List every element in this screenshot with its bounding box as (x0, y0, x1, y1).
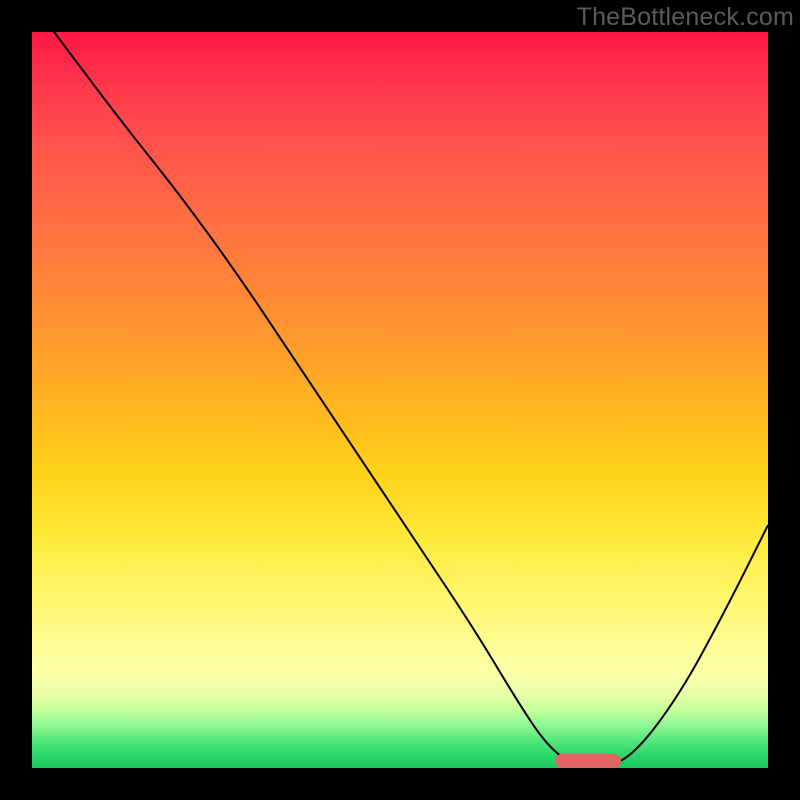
bottleneck-curve (54, 32, 768, 768)
optimum-marker (555, 754, 621, 768)
chart-frame: TheBottleneck.com (0, 0, 800, 800)
curve-svg (32, 32, 768, 768)
watermark-text: TheBottleneck.com (577, 3, 794, 32)
plot-area (32, 32, 768, 768)
